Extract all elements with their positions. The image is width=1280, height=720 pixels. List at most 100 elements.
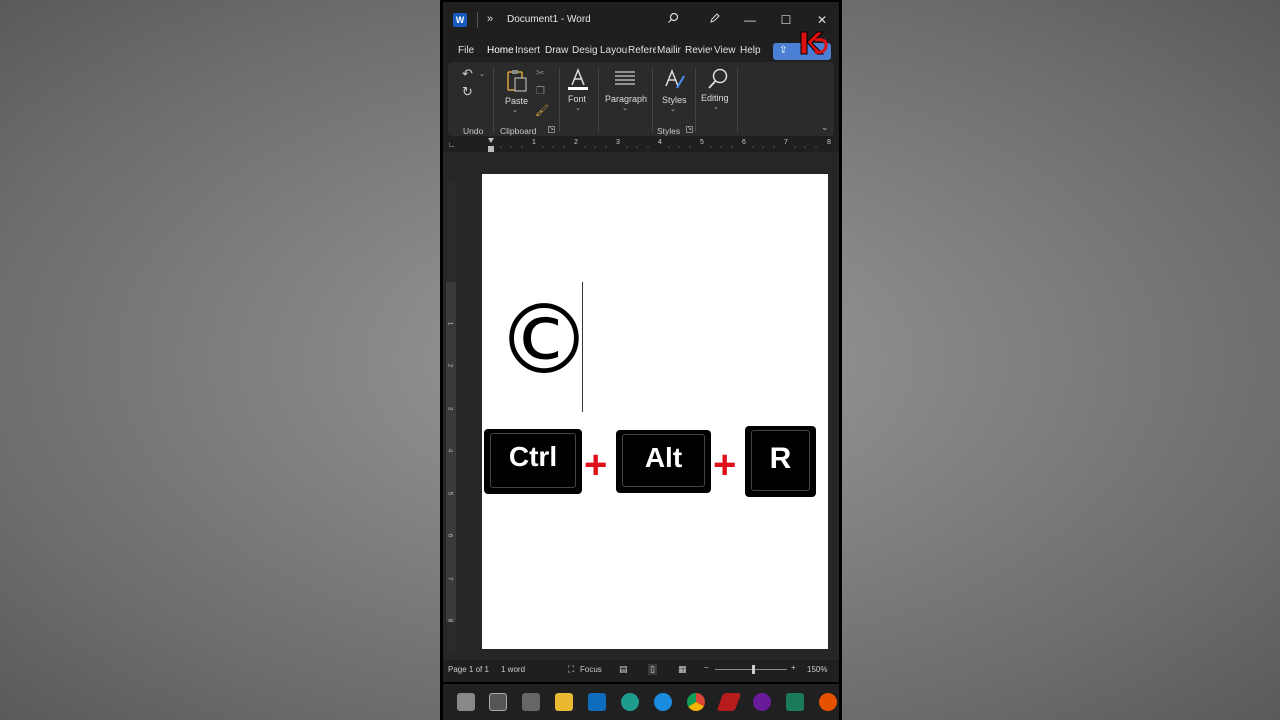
tab-file[interactable]: File <box>458 45 474 56</box>
document-area: 1 2 3 4 5 6 7 8 © Ctrl + Alt + R <box>443 152 839 662</box>
zoom-level[interactable]: 150% <box>807 665 827 674</box>
zoom-out-button[interactable]: − <box>704 663 709 672</box>
close-button[interactable]: ✕ <box>812 10 832 30</box>
vruler-number: 7 <box>446 576 454 581</box>
ribbon-tabs: File Home Insert Draw Desig Layou Refere… <box>443 31 839 62</box>
tab-review[interactable]: Reviev <box>685 45 712 56</box>
pen-icon[interactable] <box>705 10 725 30</box>
collapse-ribbon-chevron-icon[interactable]: ⌄ <box>821 122 829 133</box>
tab-layout[interactable]: Layou <box>600 45 627 56</box>
tab-insert[interactable]: Insert <box>515 45 542 56</box>
paragraph-chevron-icon[interactable]: ⌄ <box>622 104 628 112</box>
text-cursor <box>582 282 583 412</box>
styles-chevron-icon[interactable]: ⌄ <box>670 105 676 113</box>
app-icon[interactable] <box>819 693 837 711</box>
document-title: Document1 - Word <box>507 14 591 25</box>
document-page[interactable]: © Ctrl + Alt + R <box>482 174 828 649</box>
ribbon-separator <box>652 68 653 132</box>
print-layout-icon[interactable]: ▯ <box>648 664 657 675</box>
minimize-button[interactable]: — <box>740 10 760 30</box>
styles-icon[interactable] <box>663 68 687 92</box>
vruler-number: 8 <box>446 618 454 623</box>
tab-references[interactable]: Refere <box>628 45 656 56</box>
tor-browser-icon[interactable] <box>753 693 771 711</box>
font-icon[interactable] <box>566 67 590 91</box>
redo-icon[interactable]: ↻ <box>462 84 473 100</box>
clipboard-group-label: Clipboard <box>500 126 537 136</box>
font-chevron-icon[interactable]: ⌄ <box>575 104 581 112</box>
cut-icon[interactable]: ✂ <box>536 68 544 79</box>
chrome-icon[interactable] <box>687 693 705 711</box>
paste-icon[interactable] <box>506 69 528 93</box>
alt-key-label: Alt <box>644 442 683 473</box>
search-icon[interactable] <box>663 10 683 30</box>
edge-icon[interactable] <box>654 693 672 711</box>
tab-draw[interactable]: Draw <box>545 45 571 56</box>
styles-button[interactable]: Styles <box>662 95 687 105</box>
undo-dropdown-chevron-icon[interactable]: ⌄ <box>479 70 485 78</box>
font-button[interactable]: Font <box>568 94 586 104</box>
share-icon: ⇪ <box>779 45 788 56</box>
outlook-icon[interactable] <box>588 693 606 711</box>
editing-button[interactable]: Editing <box>701 93 729 103</box>
alt-key: Alt <box>616 430 711 493</box>
horizontal-ruler: ∟ 1 2 3 4 5 6 7 8 <box>443 138 839 152</box>
paragraph-icon[interactable] <box>613 70 637 88</box>
styles-launcher-icon[interactable]: ↘ <box>686 126 693 133</box>
zoom-slider-thumb[interactable] <box>752 665 755 674</box>
undo-group-label: Undo <box>463 126 484 136</box>
paste-button[interactable]: Paste <box>505 96 528 106</box>
tab-home[interactable]: Home <box>487 45 514 56</box>
tab-view[interactable]: View <box>714 45 736 56</box>
plus-sign: + <box>584 443 608 487</box>
ribbon-separator <box>598 68 599 132</box>
ruler-number: 8 <box>827 139 831 146</box>
page-count[interactable]: Page 1 of 1 <box>448 665 489 674</box>
ribbon: ↶ ⌄ ↻ Undo Paste ⌄ ✂ ❐ 🖌 Clipboard ↘ Fon… <box>448 62 834 136</box>
snipping-tool-icon[interactable] <box>489 693 507 711</box>
app-icon[interactable] <box>522 693 540 711</box>
clipboard-launcher-icon[interactable]: ↘ <box>548 126 555 133</box>
vruler-number: 4 <box>446 448 454 453</box>
app-icon[interactable] <box>716 693 742 711</box>
tab-design[interactable]: Desig <box>572 45 598 56</box>
read-mode-icon[interactable]: ▤ <box>619 664 628 675</box>
tab-mailings[interactable]: Mailir <box>657 45 684 56</box>
file-explorer-icon[interactable] <box>555 693 573 711</box>
editing-search-icon[interactable] <box>707 67 729 91</box>
zoom-slider[interactable] <box>715 669 787 670</box>
tab-selector-icon[interactable]: ∟ <box>448 140 456 149</box>
ribbon-separator <box>695 68 696 132</box>
media-player-icon[interactable] <box>786 693 804 711</box>
editing-chevron-icon[interactable]: ⌄ <box>713 103 719 111</box>
word-icon[interactable]: W <box>453 13 467 27</box>
copy-icon[interactable]: ❐ <box>536 86 545 97</box>
styles-group-label: Styles <box>657 126 681 136</box>
ribbon-separator <box>559 68 560 132</box>
focus-button[interactable]: Focus <box>580 665 602 674</box>
paste-chevron-icon[interactable]: ⌄ <box>512 106 518 114</box>
format-painter-icon[interactable]: 🖌 <box>535 104 549 117</box>
channel-logo-icon <box>800 31 828 55</box>
ruler-number: 3 <box>616 139 620 146</box>
word-count[interactable]: 1 word <box>501 665 525 674</box>
vruler-number: 2 <box>446 363 454 368</box>
undo-icon[interactable]: ↶ <box>462 66 473 82</box>
quick-access-more-button[interactable]: » <box>487 13 493 25</box>
edge-dev-icon[interactable] <box>621 693 639 711</box>
maximize-button[interactable]: ☐ <box>776 10 796 30</box>
ruler-number: 6 <box>742 139 746 146</box>
copyright-symbol: © <box>496 284 592 396</box>
ribbon-separator <box>737 68 738 132</box>
vruler-number: 1 <box>446 321 454 326</box>
ruler-number: 1 <box>532 139 536 146</box>
task-view-icon[interactable] <box>457 693 475 711</box>
web-layout-icon[interactable]: ▦ <box>678 664 687 675</box>
vruler-number: 5 <box>446 491 454 496</box>
tab-help[interactable]: Help <box>740 45 761 56</box>
title-bar: W » Document1 - Word — ☐ ✕ <box>443 2 839 38</box>
ruler-number: 2 <box>574 139 578 146</box>
zoom-in-button[interactable]: + <box>791 663 796 672</box>
paragraph-button[interactable]: Paragraph <box>605 94 647 104</box>
status-bar: Page 1 of 1 1 word ⛶ Focus ▤ ▯ ▦ − + 150… <box>443 660 839 680</box>
